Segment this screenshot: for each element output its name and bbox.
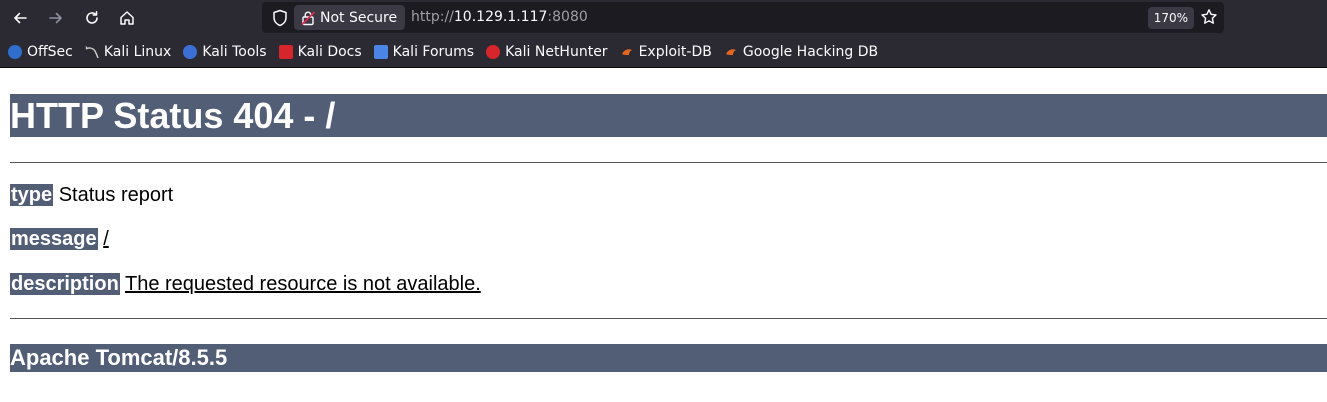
page-content: HTTP Status 404 - / type Status report m… <box>0 68 1327 402</box>
type-value: Status report <box>58 184 174 206</box>
kali-tools-icon <box>183 44 198 59</box>
page-title: HTTP Status 404 - / <box>10 94 1327 137</box>
url-text[interactable]: http://10.129.1.117:8080 <box>411 9 588 25</box>
ghdb-icon <box>725 48 736 55</box>
bookmark-label: Kali Linux <box>103 43 172 60</box>
url-port: :8080 <box>547 9 588 25</box>
bookmark-label: Exploit-DB <box>638 43 712 60</box>
insecure-lock-icon <box>301 10 316 25</box>
reload-icon <box>86 11 98 24</box>
bookmark-kali-docs[interactable]: Kali Docs <box>278 43 362 60</box>
forward-arrow-icon <box>49 12 62 24</box>
bookmark-offsec[interactable]: OffSec <box>8 44 73 60</box>
message-value: / <box>103 228 109 250</box>
bookmark-kali-forums[interactable]: Kali Forums <box>373 43 475 60</box>
message-label: message <box>10 228 98 250</box>
bookmark-label: Kali Forums <box>392 43 475 60</box>
type-label: type <box>10 184 54 206</box>
bookmark-label: Kali Tools <box>202 43 267 60</box>
bookmark-label: Kali NetHunter <box>505 43 608 60</box>
kali-forums-icon <box>373 44 388 59</box>
bookmarks-toolbar: OffSec Kali Linux Kali Tools Kali Docs K… <box>0 36 1327 68</box>
bookmark-kali-tools[interactable]: Kali Tools <box>183 43 267 60</box>
bookmark-kali-linux[interactable]: Kali Linux <box>85 44 171 60</box>
home-icon <box>120 11 134 25</box>
bookmark-star-icon[interactable] <box>1200 8 1218 26</box>
message-row: message / <box>10 228 109 251</box>
bookmark-label: Kali Docs <box>297 43 362 60</box>
nethunter-icon <box>486 44 501 59</box>
type-row: type Status report <box>10 184 173 207</box>
exploit-db-icon <box>621 48 632 55</box>
browser-toolbar: Not Secure http://10.129.1.117:8080 170% <box>0 0 1327 36</box>
divider-bottom <box>10 318 1327 319</box>
offsec-icon <box>8 44 22 59</box>
url-scheme: http:// <box>411 9 454 25</box>
bookmark-kali-nethunter[interactable]: Kali NetHunter <box>486 43 608 60</box>
forward-button[interactable] <box>42 4 70 32</box>
description-row: description The requested resource is no… <box>10 273 481 296</box>
bookmark-exploit-db[interactable]: Exploit-DB <box>620 44 712 60</box>
bookmark-google-hacking-db[interactable]: Google Hacking DB <box>724 44 878 60</box>
tracking-protection-shield-icon[interactable] <box>270 8 290 28</box>
description-label: description <box>10 273 120 295</box>
back-arrow-icon <box>14 12 27 24</box>
kali-dragon-icon <box>85 45 99 58</box>
divider-top <box>10 162 1327 163</box>
site-security-indicator[interactable]: Not Secure <box>294 5 406 30</box>
url-host: 10.129.1.117 <box>453 9 548 25</box>
url-bar[interactable]: Not Secure http://10.129.1.117:8080 170% <box>262 2 1224 33</box>
bookmark-label: OffSec <box>27 43 73 60</box>
server-footer: Apache Tomcat/8.5.5 <box>10 344 1327 372</box>
home-button[interactable] <box>113 4 141 32</box>
back-button[interactable] <box>6 4 34 32</box>
bookmark-label: Google Hacking DB <box>742 43 879 60</box>
security-label: Not Secure <box>320 9 398 26</box>
zoom-level-button[interactable]: 170% <box>1147 7 1194 29</box>
reload-button[interactable] <box>78 4 106 32</box>
kali-docs-icon <box>278 44 293 59</box>
description-value: The requested resource is not available. <box>125 273 481 295</box>
